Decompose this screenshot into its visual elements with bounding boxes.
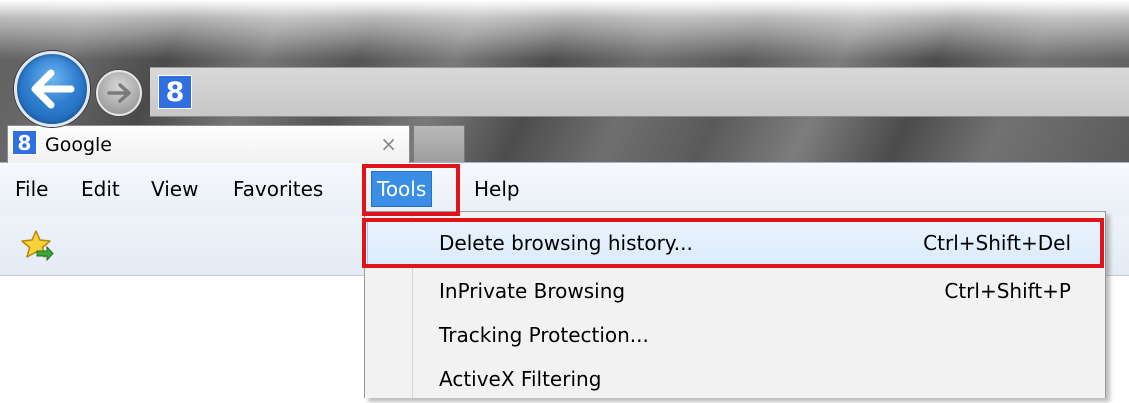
menu-help[interactable]: Help [474,171,520,207]
menu-tools[interactable]: Tools [371,171,433,207]
forward-arrow-icon [107,83,131,103]
back-arrow-icon [31,69,75,109]
menu-item-shortcut: Ctrl+Shift+Del [923,231,1071,255]
menu-item-shortcut: Ctrl+Shift+P [944,279,1071,303]
address-bar[interactable]: 8 [150,67,1129,117]
menu-item-delete-browsing-history[interactable]: Delete browsing history... Ctrl+Shift+De… [367,221,1103,267]
new-tab-button[interactable] [413,125,465,162]
back-button[interactable] [14,51,90,127]
google-favicon-icon: 8 [158,75,192,109]
menu-item-tracking-protection[interactable]: Tracking Protection... [367,313,1103,359]
tab-title: Google [45,134,113,156]
menu-item-label: Delete browsing history... [439,231,693,255]
tools-dropdown-menu: Delete browsing history... Ctrl+Shift+De… [364,211,1106,398]
menu-item-inprivate-browsing[interactable]: InPrivate Browsing Ctrl+Shift+P [367,269,1103,315]
menu-item-label: InPrivate Browsing [439,279,626,303]
tab-close-icon[interactable]: × [380,132,397,156]
google-favicon-icon: 8 [12,130,37,155]
menu-item-label: Tracking Protection... [439,323,649,347]
menu-item-label: ActiveX Filtering [439,367,602,391]
tab-google[interactable]: 8 Google × [7,125,410,163]
menu-bar: File Edit View Favorites Tools Help [0,162,1129,216]
menu-edit[interactable]: Edit [81,171,120,207]
menu-favorites[interactable]: Favorites [233,171,323,207]
menu-view[interactable]: View [151,171,198,207]
forward-button[interactable] [96,70,142,116]
add-to-favorites-icon[interactable] [20,229,54,261]
menu-file[interactable]: File [15,171,48,207]
menu-item-activex-filtering[interactable]: ActiveX Filtering [367,357,1103,403]
